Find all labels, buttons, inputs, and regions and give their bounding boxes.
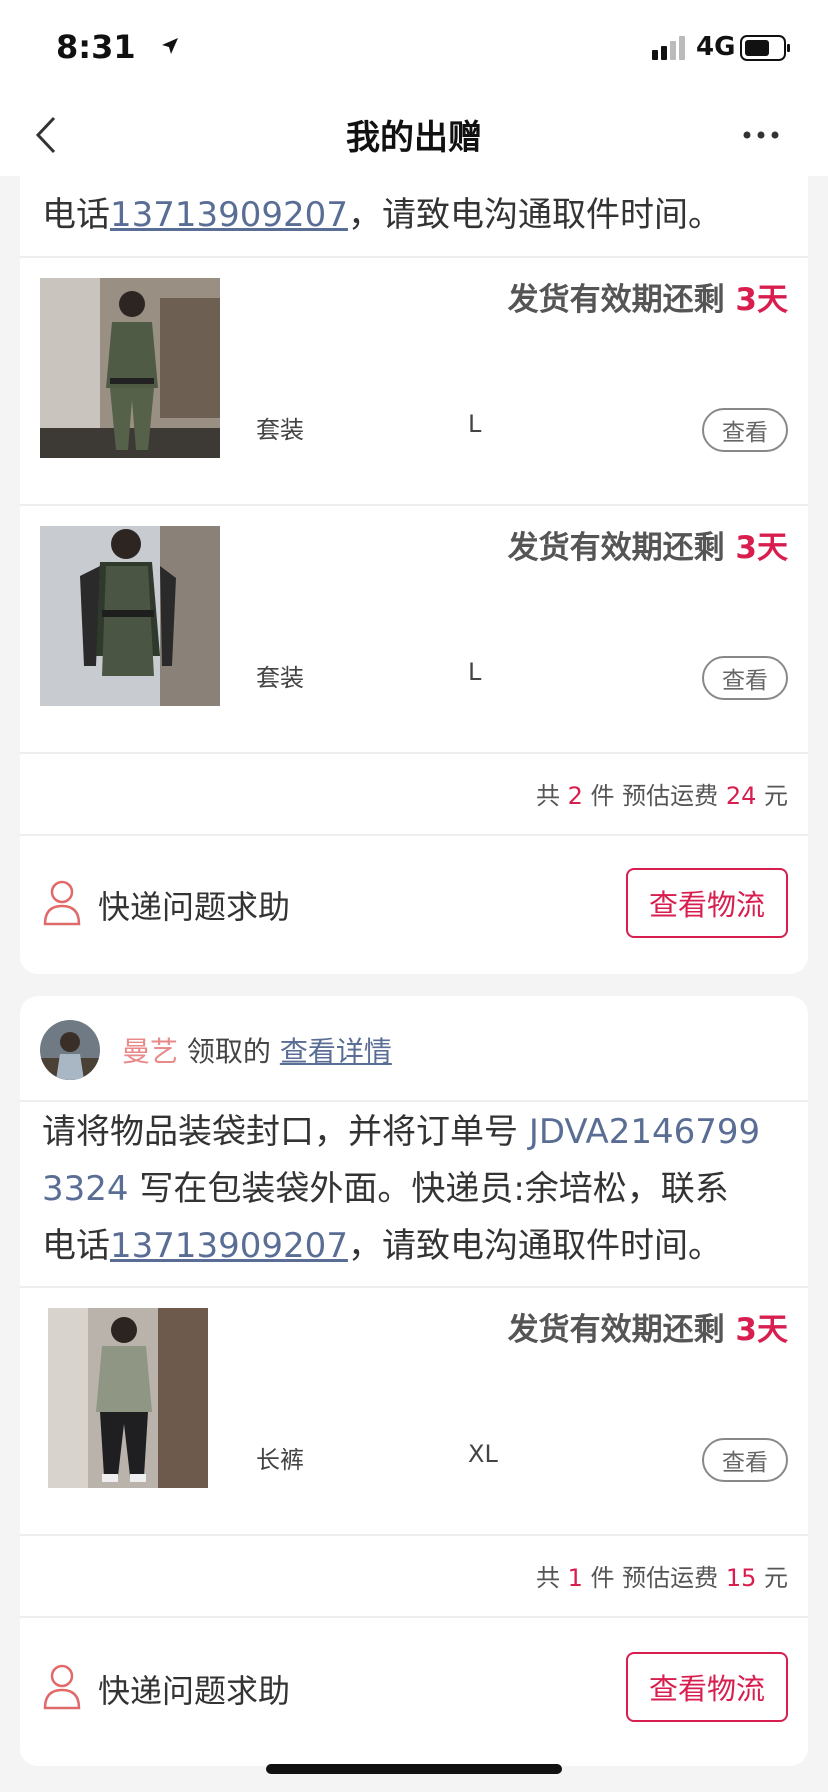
shipping-fee: 24	[725, 782, 757, 810]
item-size: L	[468, 658, 482, 686]
more-dots-icon[interactable]	[740, 120, 782, 150]
view-logistics-button[interactable]: 查看物流	[626, 868, 788, 938]
person-icon	[43, 1664, 81, 1710]
summary-prefix: 共	[535, 1564, 560, 1592]
claimer-name[interactable]: 曼艺	[122, 1035, 178, 1068]
instruction-line1: 请将物品装袋封口，并将订单号	[42, 1112, 529, 1152]
view-item-button[interactable]: 查看	[702, 408, 788, 452]
ship-deadline: 发货有效期还剩 3天	[508, 274, 788, 319]
location-arrow-icon	[162, 38, 178, 54]
network-type: 4G	[696, 32, 736, 62]
claim-info: 曼艺 领取的 查看详情	[122, 1030, 392, 1070]
item-category: 套装	[256, 416, 304, 444]
status-time: 8:31	[56, 28, 136, 66]
product-thumbnail[interactable]	[48, 1308, 208, 1488]
order-number-cont: 3324	[42, 1169, 129, 1209]
deadline-label: 发货有效期还剩	[507, 530, 725, 566]
order-list[interactable]: 1215 写在包装袋外面。快递员:余培松，联系 电话13713909207，请致…	[0, 176, 828, 1792]
divider	[20, 1534, 808, 1536]
item-category: 长裤	[256, 1446, 304, 1474]
ship-deadline: 发货有效期还剩 3天	[508, 522, 788, 567]
deadline-days: 3天	[735, 530, 788, 566]
divider	[20, 834, 808, 836]
order-item: 发货有效期还剩 3天 套装 L 查看	[20, 258, 808, 504]
summary-prefix: 共	[535, 782, 560, 810]
summary-mid: 件 预估运费	[590, 1564, 719, 1592]
claim-text: 领取的	[186, 1035, 271, 1068]
nav-bar: 我的出赠	[0, 96, 828, 176]
summary-suffix: 元	[764, 782, 788, 810]
order-card: 曼艺 领取的 查看详情 请将物品装袋封口，并将订单号 JDVA2146799 3…	[20, 996, 808, 1766]
courier-help-link[interactable]: 快递问题求助	[98, 882, 290, 928]
status-bar: 8:31 4G	[0, 0, 828, 96]
instruction-phone-prefix: 电话	[42, 1226, 110, 1266]
order-item: 发货有效期还剩 3天 套装 L 查看	[20, 506, 808, 752]
divider	[20, 1100, 808, 1102]
order-number: JDVA2146799	[528, 1112, 761, 1152]
battery-icon	[740, 35, 790, 61]
ship-deadline: 发货有效期还剩 3天	[508, 1304, 788, 1349]
instruction-line2: 写在包装袋外面。快递员:余培松，联系	[128, 1169, 729, 1209]
divider	[20, 1616, 808, 1618]
instruction-partial-line: 1215 写在包装袋外面。快递员:余培松，联系	[42, 176, 792, 187]
view-logistics-button[interactable]: 查看物流	[626, 1652, 788, 1722]
person-icon	[43, 880, 81, 926]
view-item-button[interactable]: 查看	[702, 1438, 788, 1482]
instruction-suffix: ，请致电沟通取件时间。	[347, 195, 722, 235]
instruction-phone-prefix: 电话	[42, 195, 110, 235]
avatar[interactable]	[40, 1020, 100, 1080]
order-summary: 共 2 件 预估运费 24 元	[536, 776, 788, 811]
shipping-fee: 15	[725, 1564, 757, 1592]
item-category: 套装	[256, 664, 304, 692]
product-thumbnail[interactable]	[40, 526, 220, 706]
divider	[20, 752, 808, 754]
item-size: L	[468, 410, 482, 438]
deadline-days: 3天	[735, 1312, 788, 1348]
order-card: 1215 写在包装袋外面。快递员:余培松，联系 电话13713909207，请致…	[20, 176, 808, 974]
order-summary: 共 1 件 预估运费 15 元	[536, 1558, 788, 1593]
order-item: 发货有效期还剩 3天 长裤 XL 查看	[20, 1288, 808, 1534]
deadline-days: 3天	[735, 282, 788, 318]
signal-icon	[652, 36, 685, 60]
page-title: 我的出赠	[346, 118, 482, 158]
product-thumbnail[interactable]	[40, 278, 220, 458]
home-indicator[interactable]	[266, 1764, 562, 1774]
pickup-instruction: 1215 写在包装袋外面。快递员:余培松，联系 电话13713909207，请致…	[42, 176, 792, 244]
summary-suffix: 元	[764, 1564, 788, 1592]
courier-help-link[interactable]: 快递问题求助	[98, 1666, 290, 1712]
pickup-instruction: 请将物品装袋封口，并将订单号 JDVA2146799 3324 写在包装袋外面。…	[42, 1104, 792, 1275]
item-count: 1	[567, 1564, 583, 1592]
item-size: XL	[468, 1440, 498, 1468]
summary-mid: 件 预估运费	[590, 782, 719, 810]
instruction-suffix: ，请致电沟通取件时间。	[347, 1226, 722, 1266]
view-item-button[interactable]: 查看	[702, 656, 788, 700]
courier-phone-link[interactable]: 13713909207	[110, 195, 348, 235]
courier-phone-link[interactable]: 13713909207	[110, 1226, 348, 1266]
item-count: 2	[567, 782, 583, 810]
deadline-label: 发货有效期还剩	[507, 282, 725, 318]
view-detail-link[interactable]: 查看详情	[280, 1035, 392, 1068]
deadline-label: 发货有效期还剩	[507, 1312, 725, 1348]
